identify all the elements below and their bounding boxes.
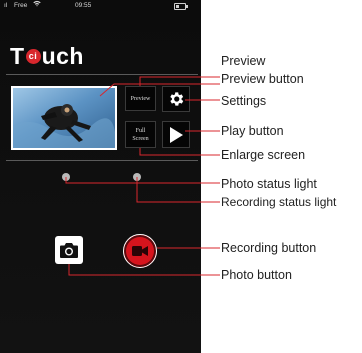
callout-line-preview — [99, 83, 220, 97]
label-preview-button: Preview button — [221, 72, 304, 86]
label-recording-status-light: Recording status light — [221, 195, 337, 209]
callout-line-photo-status-light — [65, 177, 220, 184]
callout-line-preview-button — [139, 76, 220, 86]
label-settings: Settings — [221, 94, 267, 108]
label-recording-button: Recording button — [221, 241, 317, 255]
label-play-button: Play button — [221, 124, 284, 138]
callout-line-enlarge-screen — [139, 148, 220, 156]
callout-line-recording-status-light — [136, 177, 220, 203]
label-photo-button: Photo button — [221, 268, 292, 282]
label-enlarge-screen: Enlarge screen — [221, 148, 306, 162]
callout-line-photo-button — [68, 264, 220, 276]
label-preview: Preview — [221, 54, 266, 68]
label-photo-status-light: Photo status light — [221, 177, 317, 191]
